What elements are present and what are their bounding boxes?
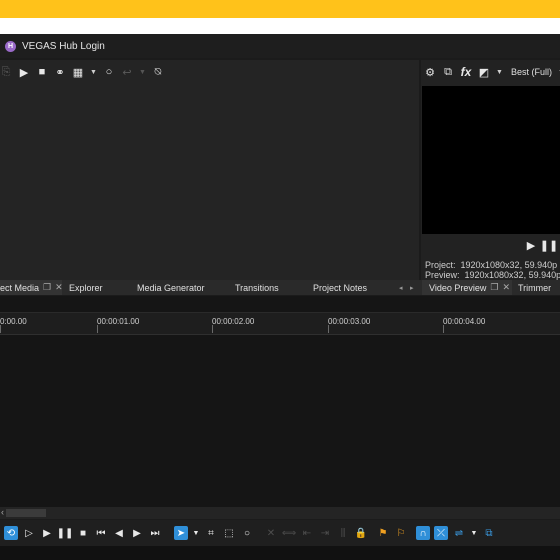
- preview-info-line: Preview: 1920x1080x32, 59.940p: [425, 270, 560, 280]
- ruler-tick-label: 00:00:03.00: [328, 317, 371, 326]
- banner-strip: [0, 18, 560, 34]
- chevron-down-icon[interactable]: ▼: [139, 69, 146, 76]
- scrollbar-thumb[interactable]: [6, 509, 46, 517]
- undock-icon[interactable]: ❐: [490, 282, 498, 293]
- close-icon[interactable]: ✕: [55, 282, 63, 293]
- window-titlebar: H VEGAS Hub Login: [0, 34, 560, 58]
- go-to-start-icon[interactable]: ⏮: [94, 526, 108, 540]
- preview-pause-icon[interactable]: ❚❚: [540, 239, 558, 252]
- auto-crossfade-icon[interactable]: ⤫: [434, 526, 448, 540]
- media-fx-icon[interactable]: ⚭: [54, 66, 66, 79]
- pause-icon[interactable]: ❚❚: [57, 526, 74, 540]
- timeline-scrollbar[interactable]: [0, 507, 560, 519]
- tab-trimmer[interactable]: Trimmer: [518, 280, 551, 295]
- tab-label: Project Notes: [313, 282, 368, 293]
- transport-toolbar: ⟲ ▷ ▶ ❚❚ ■ ⏮ ◀ ▶ ⏭ ➤ ▼ ⌗ ⬚ ○ ✕ ⟺ ⇤ ⇥ ⫼ 🔒…: [0, 520, 560, 546]
- chevron-down-icon[interactable]: ▼: [470, 526, 478, 540]
- trim-start-icon[interactable]: ⇤: [300, 526, 314, 540]
- status-bar: [0, 546, 560, 560]
- gear-icon[interactable]: ⚙: [424, 66, 436, 79]
- chevron-down-icon[interactable]: ▼: [192, 526, 200, 540]
- preview-info: Project: 1920x1080x32, 59.940p Preview: 1…: [425, 260, 560, 280]
- tab-label: Transitions: [235, 282, 279, 293]
- tab-label: ect Media: [0, 282, 40, 293]
- ruler-tick-label: 00:00:01.00: [97, 317, 140, 326]
- normal-edit-tool-icon[interactable]: ➤: [174, 526, 188, 540]
- tab-label: Explorer: [69, 282, 103, 293]
- media-toolbar: ⎘ ▶ ■ ⚭ ▦ ▼ ○ ↩ ▼ ⍉: [0, 62, 164, 82]
- tab-media-generator[interactable]: Media Generator: [137, 280, 205, 295]
- project-media-panel[interactable]: [0, 60, 419, 280]
- tab-explorer[interactable]: Explorer: [69, 280, 103, 295]
- preview-screen: [422, 86, 560, 234]
- region-icon[interactable]: ⚐: [394, 526, 408, 540]
- tab-video-preview[interactable]: Video Preview ❐ ✕: [422, 280, 512, 295]
- docking-tabbar: ect Media ❐ ✕ Explorer Media Generator T…: [0, 280, 560, 295]
- selection-tool-icon[interactable]: ⬚: [222, 526, 236, 540]
- top-banner: [0, 0, 560, 18]
- split-icon[interactable]: ⫼: [336, 526, 350, 540]
- snapping-icon[interactable]: ∩: [416, 526, 430, 540]
- envelope-tool-icon[interactable]: ⌗: [204, 526, 218, 540]
- zoom-tool-icon[interactable]: ○: [240, 526, 254, 540]
- ruler-tick-label: 00:00:04.00: [443, 317, 486, 326]
- chevron-down-icon[interactable]: ▼: [496, 69, 503, 76]
- ruler-tick: [443, 325, 444, 333]
- go-to-end-icon[interactable]: ⏭: [148, 526, 162, 540]
- ruler-tick-label: 0:00.00: [0, 317, 27, 326]
- ripple-edit-icon[interactable]: ⇌: [452, 526, 466, 540]
- search-icon[interactable]: ○: [103, 66, 115, 78]
- tab-project-media[interactable]: ect Media ❐ ✕: [0, 280, 63, 295]
- trim-end-icon[interactable]: ⇥: [318, 526, 332, 540]
- tab-project-notes[interactable]: Project Notes: [313, 280, 367, 295]
- media-properties-icon[interactable]: ⍉: [152, 66, 164, 78]
- ruler-tick: [328, 325, 329, 333]
- ruler-tick: [97, 325, 98, 333]
- play-icon[interactable]: ▶: [18, 66, 30, 79]
- undock-icon[interactable]: ❐: [43, 282, 51, 293]
- tab-transitions[interactable]: Transitions: [235, 280, 279, 295]
- close-icon[interactable]: ✕: [502, 282, 510, 293]
- chevron-down-icon[interactable]: ▼: [90, 69, 97, 76]
- undo-icon[interactable]: ↩: [121, 66, 133, 79]
- split-screen-icon[interactable]: ⧉: [442, 66, 454, 78]
- tab-label: Media Generator: [137, 282, 205, 293]
- preview-controls: ▶ ❚❚: [525, 239, 558, 252]
- preview-play-icon[interactable]: ▶: [525, 239, 537, 252]
- preview-quality-select[interactable]: Best (Full): [511, 67, 552, 77]
- tab-label: Video Preview: [429, 282, 487, 293]
- scroll-left-arrow[interactable]: ‹: [1, 507, 4, 517]
- window-title: VEGAS Hub Login: [22, 40, 105, 52]
- play-icon[interactable]: ▶: [40, 526, 54, 540]
- stop-icon[interactable]: ■: [36, 66, 48, 78]
- ruler-tick-label: 00:00:02.00: [212, 317, 255, 326]
- event-grouping-icon[interactable]: ⧉: [482, 526, 496, 540]
- lock-icon[interactable]: 🔒: [354, 526, 368, 540]
- trim-icon[interactable]: ⟺: [282, 526, 296, 540]
- video-fx-icon[interactable]: fx: [460, 65, 472, 79]
- tab-label: Trimmer: [518, 282, 552, 293]
- view-icon[interactable]: ▦: [72, 66, 84, 79]
- delete-icon[interactable]: ✕: [264, 526, 278, 540]
- previous-frame-icon[interactable]: ◀: [112, 526, 126, 540]
- next-frame-icon[interactable]: ▶: [130, 526, 144, 540]
- scroll-left-icon[interactable]: ◂: [399, 280, 403, 295]
- marker-icon[interactable]: ⚑: [376, 526, 390, 540]
- app-logo-icon: H: [5, 40, 16, 52]
- overlays-icon[interactable]: ◩: [478, 66, 490, 79]
- preview-toolbar: ⚙ ⧉ fx ◩ ▼ Best (Full) ▼: [424, 62, 560, 82]
- project-info: Project: 1920x1080x32, 59.940p: [425, 260, 558, 270]
- time-ruler[interactable]: 0:00.00 00:00:01.00 00:00:02.00 00:00:03…: [0, 312, 560, 335]
- ruler-tick: [212, 325, 213, 333]
- loop-playback-icon[interactable]: ⟲: [4, 526, 18, 540]
- import-media-icon[interactable]: ⎘: [0, 66, 12, 78]
- ruler-tick: [0, 325, 1, 333]
- scroll-right-icon[interactable]: ▸: [410, 280, 414, 295]
- play-from-start-icon[interactable]: ▷: [22, 526, 36, 540]
- stop-icon[interactable]: ■: [76, 526, 90, 540]
